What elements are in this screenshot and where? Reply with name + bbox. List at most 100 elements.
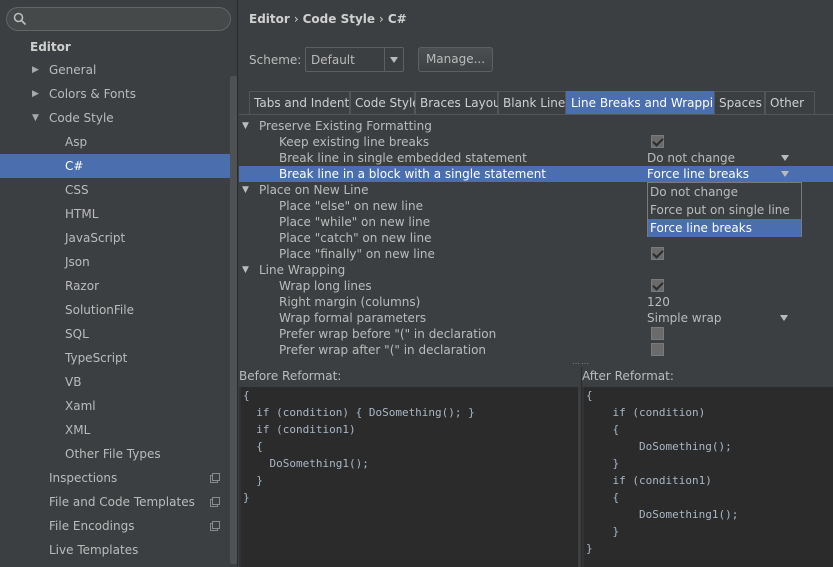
sidebar-item-label: HTML [65, 207, 99, 221]
project-settings-icon [210, 497, 220, 507]
sidebar-item-csharp[interactable]: C# [0, 154, 230, 178]
sidebar-item-razor[interactable]: Razor [0, 274, 230, 298]
code-line: { [586, 389, 593, 402]
popup-option[interactable]: Force put on single line [648, 201, 801, 219]
sidebar-item-javascript[interactable]: JavaScript [0, 226, 230, 250]
sidebar-item-xml[interactable]: XML [0, 418, 230, 442]
breadcrumb: Editor › Code Style › C# [249, 12, 407, 26]
chevron-down-icon[interactable] [781, 171, 789, 177]
option-break-block-single[interactable]: Break line in a block with a single stat… [239, 166, 833, 182]
option-value[interactable]: Do not change [647, 150, 735, 166]
sidebar-item-json[interactable]: Json [0, 250, 230, 274]
scheme-label: Scheme: [249, 53, 302, 67]
option-keep-line-breaks[interactable]: Keep existing line breaks [239, 134, 833, 150]
checkbox[interactable] [651, 343, 664, 356]
tab-other[interactable]: Other [765, 91, 815, 114]
code-line: if (condition1) [243, 423, 356, 436]
sidebar-item-label: Json [65, 255, 90, 269]
sidebar-item-label: Asp [65, 135, 88, 149]
breadcrumb-code-style: Code Style [302, 12, 376, 26]
code-line: } [586, 525, 620, 538]
code-line: } [586, 542, 593, 555]
collapse-arrow-icon[interactable]: ▼ [32, 106, 39, 130]
option-label: Preserve Existing Formatting [259, 119, 432, 133]
checkbox[interactable] [651, 279, 664, 292]
before-title: Before Reformat: [239, 369, 342, 383]
tab-braces-layout[interactable]: Braces Layout [415, 91, 505, 114]
sidebar-item-typescript[interactable]: TypeScript [0, 346, 230, 370]
expand-arrow-icon[interactable]: ▶ [32, 82, 39, 106]
tab-spaces[interactable]: Spaces [714, 91, 765, 114]
option-label: Place "else" on new line [279, 199, 423, 213]
option-prefer-wrap-after[interactable]: Prefer wrap after "(" in declaration [239, 342, 833, 358]
after-code: { if (condition) { DoSomething(); } if (… [582, 387, 833, 567]
option-value[interactable]: 120 [647, 294, 670, 310]
option-label: Break line in single embedded statement [279, 151, 527, 165]
group-preserve-formatting[interactable]: ▼ Preserve Existing Formatting [239, 118, 833, 134]
sidebar-item-html[interactable]: HTML [0, 202, 230, 226]
tab-blank-lines[interactable]: Blank Lines [498, 91, 572, 114]
collapse-arrow-icon[interactable]: ▼ [242, 118, 249, 134]
checkbox[interactable] [651, 247, 664, 260]
chevron-down-icon[interactable] [781, 155, 789, 161]
manage-button[interactable]: Manage... [418, 47, 493, 72]
sidebar-item-file-code-templates[interactable]: File and Code Templates [0, 490, 230, 514]
sidebar-item-code-style[interactable]: ▼ Code Style [0, 106, 230, 130]
sidebar-item-asp[interactable]: Asp [0, 130, 230, 154]
sidebar-item-label: TypeScript [65, 351, 128, 365]
sidebar-item-vb[interactable]: VB [0, 370, 230, 394]
option-wrap-long-lines[interactable]: Wrap long lines [239, 278, 833, 294]
checkbox[interactable] [651, 327, 664, 340]
sidebar-scrollbar[interactable] [230, 76, 237, 564]
option-label: Prefer wrap after "(" in declaration [279, 343, 487, 357]
value-popup-list[interactable]: Do not change Force put on single line F… [647, 182, 802, 237]
chevron-down-icon[interactable] [780, 315, 788, 321]
sidebar-item-live-templates[interactable]: Live Templates [0, 538, 230, 562]
popup-option[interactable]: Do not change [648, 183, 801, 201]
sidebar-item-label: Code Style [49, 111, 114, 125]
sidebar-item-label: XML [65, 423, 91, 437]
sidebar-item-label: Inspections [49, 471, 118, 485]
code-line: } [243, 491, 250, 504]
option-finally-new-line[interactable]: Place "finally" on new line [239, 246, 833, 262]
collapse-arrow-icon[interactable]: ▼ [242, 182, 249, 198]
tab-line-breaks-wrapping[interactable]: Line Breaks and Wrapping [566, 91, 728, 114]
option-prefer-wrap-before[interactable]: Prefer wrap before "(" in declaration [239, 326, 833, 342]
expand-arrow-icon[interactable]: ▶ [32, 58, 39, 82]
option-label: Line Wrapping [259, 263, 346, 277]
code-line: { [586, 423, 620, 436]
sidebar-item-other-file-types[interactable]: Other File Types [0, 442, 230, 466]
sidebar-item-colors-fonts[interactable]: ▶ Colors & Fonts [0, 82, 230, 106]
tab-tabs-and-indents[interactable]: Tabs and Indents [249, 91, 355, 114]
option-value[interactable]: Force line breaks [647, 166, 749, 182]
option-value[interactable]: Simple wrap [647, 310, 722, 326]
sidebar-item-label: Razor [65, 279, 100, 293]
project-settings-icon [210, 473, 220, 483]
option-wrap-formal-params[interactable]: Wrap formal parameters Simple wrap [239, 310, 833, 326]
option-label: Place on New Line [259, 183, 369, 197]
before-code: { if (condition) { DoSomething(); } if (… [239, 387, 578, 567]
sidebar-item-label: SolutionFile [65, 303, 134, 317]
sidebar-item-css[interactable]: CSS [0, 178, 230, 202]
code-line: if (condition) { DoSomething(); } [243, 406, 475, 419]
collapse-arrow-icon[interactable]: ▼ [242, 262, 249, 278]
sidebar-item-sql[interactable]: SQL [0, 322, 230, 346]
sidebar-item-file-encodings[interactable]: File Encodings [0, 514, 230, 538]
after-title: After Reformat: [582, 369, 674, 383]
scheme-dropdown[interactable]: Default [305, 47, 404, 72]
settings-sidebar: Editor ▶ General ▶ Colors & Fonts ▼ Code St… [0, 0, 238, 567]
option-break-single-embedded[interactable]: Break line in single embedded statement D… [239, 150, 833, 166]
sidebar-item-xaml[interactable]: Xaml [0, 394, 230, 418]
chevron-down-icon[interactable] [384, 48, 403, 71]
tab-code-style[interactable]: Code Style [350, 91, 420, 114]
search-field[interactable] [6, 7, 231, 31]
option-right-margin[interactable]: Right margin (columns) 120 [239, 294, 833, 310]
popup-option-selected[interactable]: Force line breaks [648, 219, 801, 237]
option-label: Break line in a block with a single stat… [279, 167, 547, 181]
sidebar-item-inspections[interactable]: Inspections [0, 466, 230, 490]
checkbox[interactable] [651, 135, 664, 148]
sidebar-header-editor[interactable]: Editor [0, 35, 230, 59]
sidebar-item-solutionfile[interactable]: SolutionFile [0, 298, 230, 322]
sidebar-item-general[interactable]: ▶ General [0, 58, 230, 82]
group-line-wrapping[interactable]: ▼ Line Wrapping [239, 262, 833, 278]
